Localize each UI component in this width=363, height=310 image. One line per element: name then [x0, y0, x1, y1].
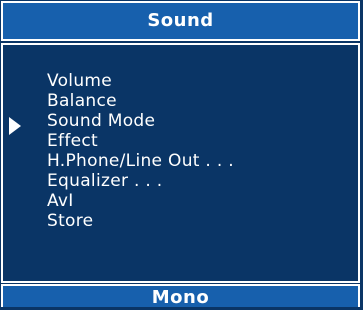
sound-menu-list: Volume Balance Sound Mode Effect H.Phone…	[47, 71, 234, 231]
menu-item-volume[interactable]: Volume	[47, 71, 234, 91]
selection-cursor-icon	[9, 117, 21, 135]
menu-item-avl[interactable]: AvI	[47, 191, 234, 211]
sound-mode-status: Mono	[1, 284, 360, 308]
menu-item-equalizer[interactable]: Equalizer . . .	[47, 171, 234, 191]
menu-item-effect[interactable]: Effect	[47, 131, 234, 151]
menu-item-headphone-line-out[interactable]: H.Phone/Line Out . . .	[47, 151, 234, 171]
menu-item-balance[interactable]: Balance	[47, 91, 234, 111]
menu-item-store[interactable]: Store	[47, 211, 234, 231]
menu-panel: Volume Balance Sound Mode Effect H.Phone…	[1, 43, 360, 283]
menu-item-sound-mode[interactable]: Sound Mode	[47, 111, 234, 131]
sound-menu-osd: Sound Volume Balance Sound Mode Effect H…	[0, 0, 363, 308]
menu-title: Sound	[1, 1, 360, 41]
